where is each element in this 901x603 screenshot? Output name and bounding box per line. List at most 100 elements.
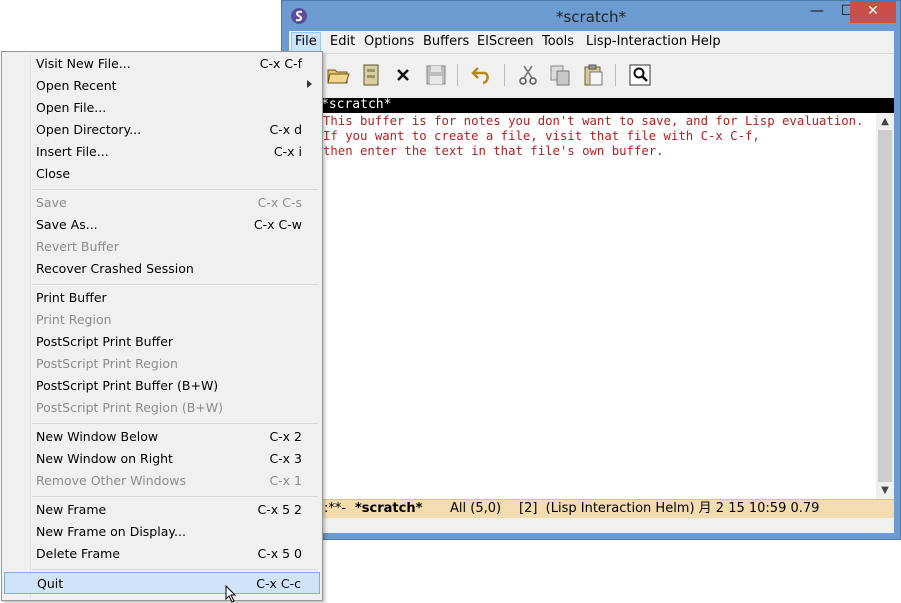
menu-file[interactable]: File xyxy=(291,32,321,52)
menu-options[interactable]: Options xyxy=(361,33,417,51)
menu-item-label: Open File... xyxy=(36,100,107,115)
menu-item-new-window-below[interactable]: New Window Below C-x 2 xyxy=(4,426,320,448)
menu-item-visit-new-file[interactable]: Visit New File... C-x C-f xyxy=(4,53,320,75)
menu-item-open-directory[interactable]: Open Directory... C-x d xyxy=(4,119,320,141)
save-icon[interactable] xyxy=(423,62,449,88)
menu-item-label: Print Region xyxy=(36,312,112,327)
search-icon[interactable] xyxy=(627,62,653,88)
menu-item-label: New Frame on Display... xyxy=(36,524,186,539)
paste-icon[interactable] xyxy=(580,62,606,88)
menu-item-ps-print-buffer-bw[interactable]: PostScript Print Buffer (B+W) xyxy=(4,375,320,397)
menu-item-open-file[interactable]: Open File... xyxy=(4,97,320,119)
menu-tools[interactable]: Tools xyxy=(539,33,577,51)
menu-item-label: Delete Frame xyxy=(36,546,120,561)
menu-item-label: Visit New File... xyxy=(36,56,131,71)
toolbar xyxy=(289,53,894,99)
menu-item-label: Open Recent xyxy=(36,78,117,93)
menu-separator xyxy=(32,189,318,190)
scroll-down-arrow-icon[interactable]: ▼ xyxy=(876,482,894,499)
menu-item-label: Quit xyxy=(37,576,64,591)
menu-item-label: Save As... xyxy=(36,217,98,232)
menu-item-shortcut: C-x i xyxy=(273,144,302,159)
editor-line: This buffer is for notes you don't want … xyxy=(323,114,864,128)
open-folder-icon[interactable] xyxy=(325,62,351,88)
menu-item-shortcut: C-x 1 xyxy=(269,473,302,488)
close-button[interactable]: ✕ xyxy=(850,1,896,23)
menu-item-delete-frame[interactable]: Delete Frame C-x 5 0 xyxy=(4,543,320,565)
menu-item-shortcut: C-x d xyxy=(269,122,302,137)
menu-item-shortcut: C-x C-f xyxy=(259,56,302,71)
open-directory-icon[interactable] xyxy=(358,62,384,88)
mouse-pointer-icon xyxy=(225,585,237,603)
menu-item-shortcut: C-x 3 xyxy=(269,451,302,466)
menu-separator xyxy=(32,496,318,497)
menu-edit[interactable]: Edit xyxy=(327,33,358,51)
menu-item-save[interactable]: Save C-x C-s xyxy=(4,192,320,214)
menu-item-shortcut: C-x 2 xyxy=(269,429,302,444)
modeline-status: :**- xyxy=(324,501,347,516)
menu-item-new-frame-on-display[interactable]: New Frame on Display... xyxy=(4,521,320,543)
file-menu-dropdown: Visit New File... C-x C-f Open Recent Ope… xyxy=(1,51,323,601)
menu-buffers[interactable]: Buffers xyxy=(420,33,472,51)
menu-item-label: Print Buffer xyxy=(36,290,107,305)
menu-help[interactable]: Help xyxy=(688,33,724,51)
menu-item-label: Close xyxy=(36,166,71,181)
emacs-window: *scratch* — ☐ ✕ File Edit Options Buffer… xyxy=(281,0,901,540)
menu-item-label: New Window on Right xyxy=(36,451,173,466)
menu-item-print-region[interactable]: Print Region xyxy=(4,309,320,331)
copy-icon[interactable] xyxy=(547,62,573,88)
menu-bar: File Edit Options Buffers ElScreen Tools… xyxy=(289,31,894,52)
menu-item-revert-buffer[interactable]: Revert Buffer xyxy=(4,236,320,258)
menu-item-label: Open Directory... xyxy=(36,122,142,137)
menu-item-open-recent[interactable]: Open Recent xyxy=(4,75,320,97)
minimize-button[interactable]: — xyxy=(802,1,832,23)
menu-item-shortcut: C-x 5 0 xyxy=(257,546,303,561)
menu-item-ps-print-region[interactable]: PostScript Print Region xyxy=(4,353,320,375)
menu-item-close[interactable]: Close xyxy=(4,163,320,185)
menu-separator xyxy=(32,423,318,424)
editor-line: then enter the text in that file's own b… xyxy=(323,144,664,158)
menu-item-shortcut: C-x C-w xyxy=(253,217,302,232)
title-bar[interactable]: *scratch* — ☐ ✕ xyxy=(282,1,900,32)
mode-line: :**- *scratch* All (5,0) [2] (Lisp Inter… xyxy=(289,499,894,518)
menu-elscreen[interactable]: ElScreen xyxy=(474,33,537,51)
menu-separator xyxy=(32,569,318,570)
scroll-up-arrow-icon[interactable]: ▲ xyxy=(876,113,894,130)
menu-item-save-as[interactable]: Save As... C-x C-w xyxy=(4,214,320,236)
cut-icon[interactable] xyxy=(515,62,541,88)
toolbar-separator xyxy=(457,64,458,86)
menu-item-ps-print-buffer[interactable]: PostScript Print Buffer xyxy=(4,331,320,353)
menu-item-recover-session[interactable]: Recover Crashed Session xyxy=(4,258,320,280)
undo-icon[interactable] xyxy=(469,62,495,88)
menu-item-shortcut: C-x 5 2 xyxy=(257,502,303,517)
toolbar-separator xyxy=(615,64,616,86)
scrollbar-thumb[interactable] xyxy=(878,130,892,482)
menu-item-print-buffer[interactable]: Print Buffer xyxy=(4,287,320,309)
menu-item-remove-other-windows[interactable]: Remove Other Windows C-x 1 xyxy=(4,470,320,492)
menu-item-shortcut: C-x C-s xyxy=(257,195,302,210)
menu-item-label: Recover Crashed Session xyxy=(36,261,194,276)
modeline-buffer-name[interactable]: *scratch* xyxy=(355,500,422,518)
modeline-modes[interactable]: [2] (Lisp Interaction Helm) 月 2 15 10:59… xyxy=(519,500,819,518)
menu-item-label: Remove Other Windows xyxy=(36,473,186,488)
menu-item-insert-file[interactable]: Insert File... C-x i xyxy=(4,141,320,163)
menu-item-new-window-right[interactable]: New Window on Right C-x 3 xyxy=(4,448,320,470)
menu-item-new-frame[interactable]: New Frame C-x 5 2 xyxy=(4,499,320,521)
editor-text-area[interactable]: This buffer is for notes you don't want … xyxy=(289,113,876,499)
menu-item-label: PostScript Print Region xyxy=(36,356,178,371)
emacs-client-area: File Edit Options Buffers ElScreen Tools… xyxy=(289,31,894,533)
editor-line: If you want to create a file, visit that… xyxy=(323,129,760,143)
menu-item-label: Revert Buffer xyxy=(36,239,119,254)
menu-item-label: New Window Below xyxy=(36,429,159,444)
toolbar-separator xyxy=(504,64,505,86)
menu-item-label: Insert File... xyxy=(36,144,109,159)
buffer-name-label: *scratch* xyxy=(321,97,392,112)
menu-item-quit[interactable]: Quit C-x C-c xyxy=(4,572,320,594)
menu-item-shortcut: C-x C-c xyxy=(256,576,301,591)
close-buffer-icon[interactable] xyxy=(390,62,416,88)
buffer-header-line: *scratch* xyxy=(289,97,894,113)
menu-item-ps-print-region-bw[interactable]: PostScript Print Region (B+W) xyxy=(4,397,320,419)
vertical-scrollbar[interactable]: ▲ ▼ xyxy=(876,113,894,499)
menu-lisp-interaction[interactable]: Lisp-Interaction xyxy=(583,33,690,51)
menu-item-label: PostScript Print Buffer (B+W) xyxy=(36,378,219,393)
